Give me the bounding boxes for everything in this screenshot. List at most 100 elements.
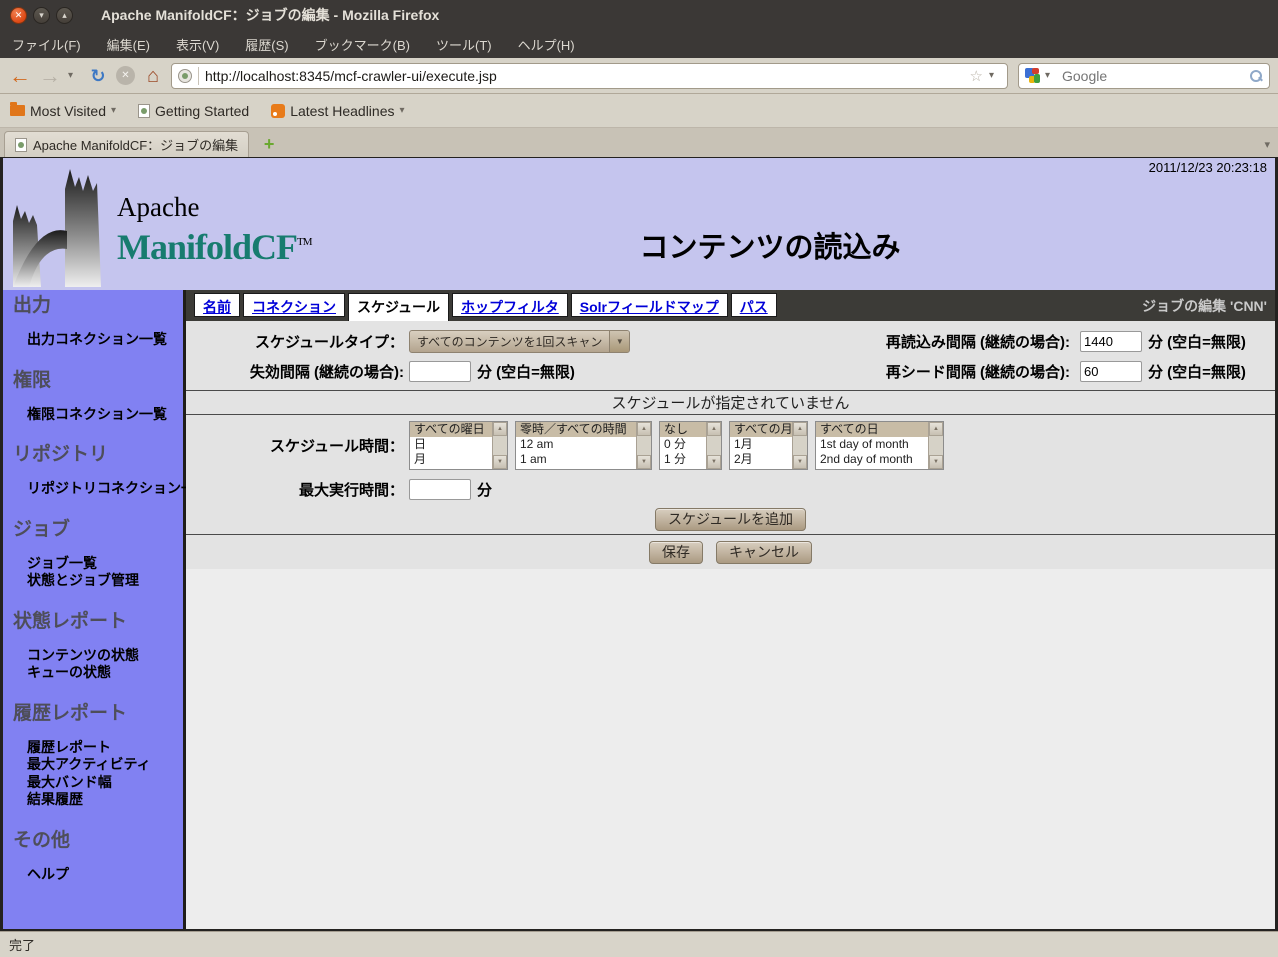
add-schedule-button[interactable]: スケジュールを追加 xyxy=(655,508,806,531)
sidebar-item-output-connections[interactable]: 出力コネクション一覧 xyxy=(13,331,183,349)
chevron-down-icon: ▾ xyxy=(111,105,116,116)
sidebar-item-job-status[interactable]: 状態とジョブ管理 xyxy=(13,572,183,590)
menu-file[interactable]: ファイル(F) xyxy=(12,35,81,54)
save-button[interactable]: 保存 xyxy=(649,541,703,564)
select-option[interactable]: 1月 xyxy=(730,437,792,452)
search-input[interactable] xyxy=(1062,68,1244,84)
bookmark-getting-started[interactable]: Getting Started xyxy=(138,103,249,119)
search-engine-dropdown-icon[interactable]: ▾ xyxy=(1045,70,1057,81)
select-option[interactable]: 日 xyxy=(410,437,492,452)
tab-solr-field-mapping[interactable]: Solrフィールドマップ xyxy=(571,293,728,317)
scroll-up-icon[interactable]: ▲ xyxy=(793,422,807,436)
scroll-up-icon[interactable]: ▲ xyxy=(493,422,507,436)
maximize-icon[interactable]: ▴ xyxy=(56,7,73,24)
scrollbar[interactable]: ▲ ▼ xyxy=(706,422,721,469)
scrollbar[interactable]: ▲ ▼ xyxy=(928,422,943,469)
minutes-select[interactable]: なし 0 分 1 分 ▲ ▼ xyxy=(659,421,722,470)
sidebar-item-max-bandwidth[interactable]: 最大バンド幅 xyxy=(13,774,183,792)
hour-of-day-select[interactable]: 零時／すべての時間 12 am 1 am ▲ ▼ xyxy=(515,421,652,470)
google-logo-icon[interactable] xyxy=(1025,68,1040,83)
reseed-interval-input[interactable] xyxy=(1080,361,1142,382)
sidebar-item-authority-connections[interactable]: 権限コネクション一覧 xyxy=(13,406,183,424)
day-of-week-select[interactable]: すべての曜日 日 月 ▲ ▼ xyxy=(409,421,508,470)
select-option[interactable]: すべての月 xyxy=(730,422,792,437)
search-icon[interactable] xyxy=(1249,69,1263,83)
home-icon[interactable]: ⌂ xyxy=(141,66,165,86)
sidebar-item-result-histogram[interactable]: 結果履歴 xyxy=(13,791,183,809)
select-option[interactable]: 零時／すべての時間 xyxy=(516,422,636,437)
scroll-up-icon[interactable]: ▲ xyxy=(929,422,943,436)
forward-icon[interactable]: → xyxy=(38,65,62,87)
scroll-up-icon[interactable]: ▲ xyxy=(707,422,721,436)
sidebar-item-job-list[interactable]: ジョブ一覧 xyxy=(13,555,183,573)
bookmark-star-icon[interactable]: ☆ xyxy=(970,67,983,85)
select-option[interactable]: 12 am xyxy=(516,437,636,452)
url-dropdown-icon[interactable]: ▾ xyxy=(989,70,1001,81)
sidebar-item-max-activity[interactable]: 最大アクティビティ xyxy=(13,756,183,774)
select-option[interactable]: 月 xyxy=(410,452,492,467)
bookmarks-toolbar: Most Visited ▾ Getting Started Latest He… xyxy=(0,94,1278,128)
refresh-icon[interactable]: ↻ xyxy=(86,67,110,85)
select-option[interactable]: 1st day of month xyxy=(816,437,928,452)
close-icon[interactable]: ✕ xyxy=(10,7,27,24)
select-option[interactable]: すべての日 xyxy=(816,422,928,437)
sidebar-item-simple-history[interactable]: 履歴レポート xyxy=(13,739,183,757)
stop-icon[interactable]: ✕ xyxy=(116,66,135,85)
scroll-down-icon[interactable]: ▼ xyxy=(637,455,651,469)
tab-hop-filters[interactable]: ホップフィルタ xyxy=(452,293,568,317)
sidebar-item-document-status[interactable]: コンテンツの状態 xyxy=(13,647,183,665)
new-tab-icon[interactable]: + xyxy=(257,134,281,154)
month-select[interactable]: すべての月 1月 2月 ▲ ▼ xyxy=(729,421,808,470)
menu-help[interactable]: ヘルプ(H) xyxy=(518,35,575,54)
url-input[interactable] xyxy=(205,68,964,84)
browser-tab[interactable]: Apache ManifoldCF：ジョブの編集 xyxy=(4,131,249,157)
tab-connection-link[interactable]: コネクション xyxy=(252,299,336,315)
scroll-down-icon[interactable]: ▼ xyxy=(707,455,721,469)
select-option[interactable]: 1 am xyxy=(516,452,636,467)
tab-connection[interactable]: コネクション xyxy=(243,293,345,317)
scrollbar[interactable]: ▲ ▼ xyxy=(636,422,651,469)
tab-name[interactable]: 名前 xyxy=(194,293,240,317)
menu-view[interactable]: 表示(V) xyxy=(176,35,219,54)
select-option[interactable]: なし xyxy=(660,422,706,437)
bookmark-latest-headlines[interactable]: Latest Headlines ▾ xyxy=(271,103,404,119)
scrollbar[interactable]: ▲ ▼ xyxy=(492,422,507,469)
tab-list-icon[interactable]: ▾ xyxy=(1264,138,1270,151)
tab-name-link[interactable]: 名前 xyxy=(203,299,231,315)
tab-solr-field-mapping-link[interactable]: Solrフィールドマップ xyxy=(580,299,719,315)
search-bar[interactable]: ▾ xyxy=(1018,63,1270,89)
scrollbar[interactable]: ▲ ▼ xyxy=(792,422,807,469)
select-option[interactable]: 1 分 xyxy=(660,452,706,467)
scroll-up-icon[interactable]: ▲ xyxy=(637,422,651,436)
minimize-icon[interactable]: ▾ xyxy=(33,7,50,24)
menu-bookmarks[interactable]: ブックマーク(B) xyxy=(315,35,410,54)
sidebar-item-repository-connections[interactable]: リポジトリコネクション一覧 xyxy=(13,480,183,498)
tab-scheduling[interactable]: スケジュール xyxy=(348,293,449,321)
site-identity-icon[interactable] xyxy=(178,69,192,83)
history-dropdown-icon[interactable]: ▾ xyxy=(68,70,80,81)
sidebar-item-help[interactable]: ヘルプ xyxy=(13,866,183,884)
cancel-button[interactable]: キャンセル xyxy=(716,541,812,564)
menu-history[interactable]: 履歴(S) xyxy=(245,35,288,54)
menu-tools[interactable]: ツール(T) xyxy=(436,35,492,54)
max-run-time-input[interactable] xyxy=(409,479,471,500)
scroll-down-icon[interactable]: ▼ xyxy=(929,455,943,469)
recrawl-interval-input[interactable] xyxy=(1080,331,1142,352)
bookmark-most-visited[interactable]: Most Visited ▾ xyxy=(10,103,116,119)
select-option[interactable]: 0 分 xyxy=(660,437,706,452)
sidebar-item-queue-status[interactable]: キューの状態 xyxy=(13,664,183,682)
day-of-month-select[interactable]: すべての日 1st day of month 2nd day of month … xyxy=(815,421,944,470)
select-option[interactable]: すべての曜日 xyxy=(410,422,492,437)
menu-edit[interactable]: 編集(E) xyxy=(107,35,150,54)
back-icon[interactable]: ← xyxy=(8,65,32,87)
tab-paths-link[interactable]: パス xyxy=(740,299,768,315)
scroll-down-icon[interactable]: ▼ xyxy=(493,455,507,469)
expiration-interval-input[interactable] xyxy=(409,361,471,382)
select-option[interactable]: 2月 xyxy=(730,452,792,467)
tab-paths[interactable]: パス xyxy=(731,293,777,317)
tab-hop-filters-link[interactable]: ホップフィルタ xyxy=(461,299,559,315)
select-option[interactable]: 2nd day of month xyxy=(816,452,928,467)
scroll-down-icon[interactable]: ▼ xyxy=(793,455,807,469)
url-bar[interactable]: ☆ ▾ xyxy=(171,63,1008,89)
schedule-type-select[interactable]: すべてのコンテンツを1回スキャン ▼ xyxy=(409,330,630,353)
